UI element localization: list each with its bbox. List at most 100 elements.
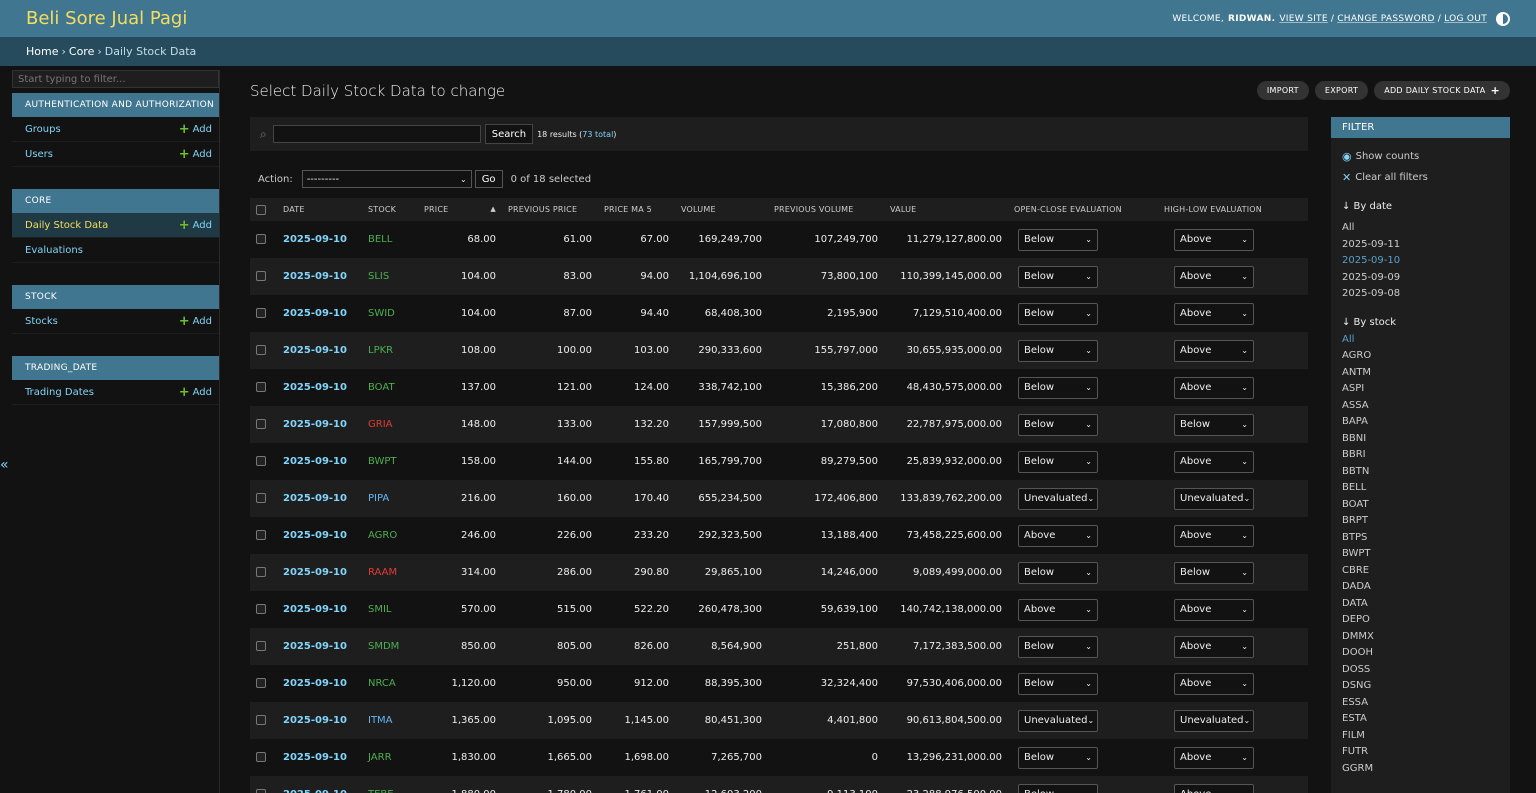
- stock-filter-option[interactable]: DMMX: [1342, 629, 1499, 646]
- date-link[interactable]: 2025-09-10: [283, 678, 347, 689]
- change-password-link[interactable]: CHANGE PASSWORD: [1337, 14, 1435, 24]
- date-link[interactable]: 2025-09-10: [283, 234, 347, 245]
- date-filter-option[interactable]: 2025-09-08: [1342, 286, 1499, 303]
- column-header[interactable]: Previous Price: [502, 198, 598, 221]
- stock-filter-option[interactable]: BBTN: [1342, 464, 1499, 481]
- stock-filter-option[interactable]: ESTA: [1342, 711, 1499, 728]
- stock-filter-option[interactable]: FUTR: [1342, 744, 1499, 761]
- hl-evaluation-select[interactable]: Above⌄: [1174, 302, 1254, 325]
- oc-evaluation-select[interactable]: Unevaluated ⌄: [1018, 709, 1098, 732]
- row-checkbox[interactable]: [250, 369, 277, 406]
- stock-filter-option[interactable]: FILM: [1342, 728, 1499, 745]
- add-users-link[interactable]: + Add: [179, 148, 212, 161]
- add-trading-dates-link[interactable]: + Add: [179, 386, 212, 399]
- row-checkbox[interactable]: [250, 295, 277, 332]
- hl-evaluation-select[interactable]: Above⌄: [1174, 746, 1254, 769]
- oc-evaluation-select[interactable]: Below⌄: [1018, 450, 1098, 473]
- stock-filter-option[interactable]: BRPT: [1342, 513, 1499, 530]
- oc-evaluation-select[interactable]: Below⌄: [1018, 302, 1098, 325]
- hl-evaluation-select[interactable]: Unevaluated ⌄: [1174, 487, 1254, 510]
- add-daily-stock-data-link[interactable]: + Add: [179, 219, 212, 232]
- row-checkbox[interactable]: [250, 221, 277, 258]
- row-checkbox[interactable]: [250, 665, 277, 702]
- model-link-users[interactable]: Users: [25, 149, 53, 160]
- column-header[interactable]: Open-Close Evaluation: [1008, 198, 1158, 221]
- sort-ascending-icon[interactable]: ▲: [490, 205, 496, 213]
- stock-filter-option[interactable]: DSNG: [1342, 678, 1499, 695]
- row-checkbox[interactable]: [250, 591, 277, 628]
- model-link-stocks[interactable]: Stocks: [25, 316, 58, 327]
- date-filter-option[interactable]: 2025-09-10: [1342, 253, 1499, 270]
- hl-evaluation-select[interactable]: Unevaluated ⌄: [1174, 709, 1254, 732]
- stock-filter-option[interactable]: BOAT: [1342, 497, 1499, 514]
- add-groups-link[interactable]: + Add: [179, 123, 212, 136]
- row-checkbox[interactable]: [250, 406, 277, 443]
- date-link[interactable]: 2025-09-10: [283, 530, 347, 541]
- stock-filter-option[interactable]: AGRO: [1342, 348, 1499, 365]
- hl-evaluation-select[interactable]: Above⌄: [1174, 376, 1254, 399]
- oc-evaluation-select[interactable]: Below⌄: [1018, 746, 1098, 769]
- oc-evaluation-select[interactable]: Below⌄: [1018, 339, 1098, 362]
- module-caption[interactable]: Trading_date: [12, 356, 219, 380]
- action-select[interactable]: --------- ⌄: [301, 170, 472, 188]
- breadcrumb-home[interactable]: Home: [26, 45, 58, 58]
- oc-evaluation-select[interactable]: Below⌄: [1018, 635, 1098, 658]
- column-header[interactable]: High-Low Evaluation: [1158, 198, 1308, 221]
- row-checkbox[interactable]: [250, 702, 277, 739]
- hl-evaluation-select[interactable]: Above⌄: [1174, 450, 1254, 473]
- date-link[interactable]: 2025-09-10: [283, 456, 347, 467]
- date-filter-option[interactable]: 2025-09-11: [1342, 237, 1499, 254]
- stock-filter-option[interactable]: DOOH: [1342, 645, 1499, 662]
- stock-filter-option[interactable]: All: [1342, 332, 1499, 349]
- row-checkbox[interactable]: [250, 332, 277, 369]
- select-all-checkbox[interactable]: [250, 198, 277, 221]
- oc-evaluation-select[interactable]: Below⌄: [1018, 672, 1098, 695]
- oc-evaluation-select[interactable]: Below⌄: [1018, 265, 1098, 288]
- row-checkbox[interactable]: [250, 443, 277, 480]
- oc-evaluation-select[interactable]: Below⌄: [1018, 783, 1098, 793]
- oc-evaluation-select[interactable]: Below⌄: [1018, 228, 1098, 251]
- add-stocks-link[interactable]: + Add: [179, 315, 212, 328]
- row-checkbox[interactable]: [250, 258, 277, 295]
- stock-filter-option[interactable]: DOSS: [1342, 662, 1499, 679]
- model-link-groups[interactable]: Groups: [25, 124, 61, 135]
- column-header[interactable]: Stock: [362, 198, 418, 221]
- hl-evaluation-select[interactable]: Above⌄: [1174, 228, 1254, 251]
- row-checkbox[interactable]: [250, 554, 277, 591]
- row-checkbox[interactable]: [250, 480, 277, 517]
- date-link[interactable]: 2025-09-10: [283, 641, 347, 652]
- export-button[interactable]: Export: [1314, 81, 1369, 100]
- oc-evaluation-select[interactable]: Below⌄: [1018, 561, 1098, 584]
- breadcrumb-core[interactable]: Core: [69, 45, 94, 58]
- hl-evaluation-select[interactable]: Above⌄: [1174, 598, 1254, 621]
- sidebar-collapse-toggle[interactable]: «: [0, 457, 9, 473]
- stock-filter-option[interactable]: ANTM: [1342, 365, 1499, 382]
- module-caption[interactable]: Authentication and Authorization: [12, 93, 219, 117]
- date-filter-option[interactable]: 2025-09-09: [1342, 270, 1499, 287]
- module-caption[interactable]: Core: [12, 189, 219, 213]
- hl-evaluation-select[interactable]: Above⌄: [1174, 524, 1254, 547]
- hl-evaluation-select[interactable]: Above⌄: [1174, 635, 1254, 658]
- date-link[interactable]: 2025-09-10: [283, 567, 347, 578]
- hl-evaluation-select[interactable]: Below ⌄: [1174, 413, 1254, 436]
- row-checkbox[interactable]: [250, 517, 277, 554]
- search-button[interactable]: Search: [484, 124, 534, 144]
- date-link[interactable]: 2025-09-10: [283, 271, 347, 282]
- stock-filter-option[interactable]: ESSA: [1342, 695, 1499, 712]
- show-counts-link[interactable]: ◉ Show counts: [1331, 148, 1510, 164]
- go-button[interactable]: Go: [474, 170, 503, 188]
- stock-filter-option[interactable]: BBRI: [1342, 447, 1499, 464]
- date-link[interactable]: 2025-09-10: [283, 345, 347, 356]
- date-link[interactable]: 2025-09-10: [283, 419, 347, 430]
- view-site-link[interactable]: VIEW SITE: [1279, 14, 1328, 24]
- oc-evaluation-select[interactable]: Above ⌄: [1018, 524, 1098, 547]
- model-link-trading-dates[interactable]: Trading Dates: [25, 387, 94, 398]
- search-input[interactable]: [272, 125, 481, 143]
- oc-evaluation-select[interactable]: Below⌄: [1018, 376, 1098, 399]
- nav-filter-input[interactable]: [12, 70, 219, 88]
- oc-evaluation-select[interactable]: Unevaluated ⌄: [1018, 487, 1098, 510]
- import-button[interactable]: Import: [1256, 81, 1309, 100]
- hl-evaluation-select[interactable]: Above⌄: [1174, 672, 1254, 695]
- add-daily-stock-data-button[interactable]: Add Daily Stock Data +: [1374, 81, 1510, 100]
- stock-filter-option[interactable]: BBNI: [1342, 431, 1499, 448]
